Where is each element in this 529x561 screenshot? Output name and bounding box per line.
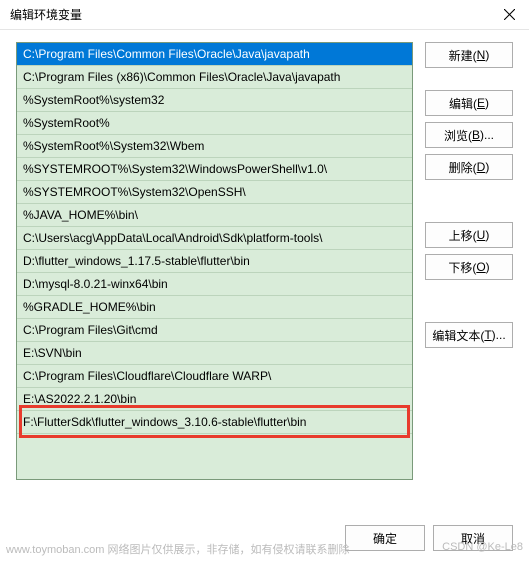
path-entry[interactable]: C:\Users\acg\AppData\Local\Android\Sdk\p… — [17, 227, 412, 250]
path-entry[interactable]: %GRADLE_HOME%\bin — [17, 296, 412, 319]
button-column: 新建(N) 编辑(E) 浏览(B)... 删除(D) 上移(U) 下移(O) 编… — [425, 42, 513, 480]
path-entry[interactable]: C:\Program Files\Cloudflare\Cloudflare W… — [17, 365, 412, 388]
move-down-button[interactable]: 下移(O) — [425, 254, 513, 280]
path-entry[interactable]: E:\AS2022.2.1.20\bin — [17, 388, 412, 411]
dialog-content: C:\Program Files\Common Files\Oracle\Jav… — [0, 30, 529, 488]
watermark-right: CSDN @Ke-Le8 — [442, 541, 523, 553]
delete-button[interactable]: 删除(D) — [425, 154, 513, 180]
window-title: 编辑环境变量 — [10, 6, 82, 23]
watermark-left: www.toymoban.com 网络图片仅供展示，非存储，如有侵权请联系删除 — [6, 544, 349, 556]
spacer — [425, 286, 513, 316]
path-entry[interactable]: %JAVA_HOME%\bin\ — [17, 204, 412, 227]
path-entry[interactable]: %SystemRoot% — [17, 112, 412, 135]
new-button[interactable]: 新建(N) — [425, 42, 513, 68]
browse-button[interactable]: 浏览(B)... — [425, 122, 513, 148]
path-entry[interactable]: D:\mysql-8.0.21-winx64\bin — [17, 273, 412, 296]
titlebar: 编辑环境变量 — [0, 0, 529, 30]
spacer — [425, 186, 513, 216]
path-entry[interactable]: %SystemRoot%\system32 — [17, 89, 412, 112]
path-entry[interactable]: %SystemRoot%\System32\Wbem — [17, 135, 412, 158]
close-icon — [504, 9, 515, 20]
path-entry[interactable]: %SYSTEMROOT%\System32\OpenSSH\ — [17, 181, 412, 204]
path-entry[interactable]: C:\Program Files\Git\cmd — [17, 319, 412, 342]
path-entry[interactable]: %SYSTEMROOT%\System32\WindowsPowerShell\… — [17, 158, 412, 181]
path-list[interactable]: C:\Program Files\Common Files\Oracle\Jav… — [16, 42, 413, 480]
spacer — [425, 74, 513, 84]
path-entry[interactable]: E:\SVN\bin — [17, 342, 412, 365]
path-entry[interactable]: C:\Program Files (x86)\Common Files\Orac… — [17, 66, 412, 89]
edit-button[interactable]: 编辑(E) — [425, 90, 513, 116]
close-button[interactable] — [499, 5, 519, 25]
path-entry[interactable]: C:\Program Files\Common Files\Oracle\Jav… — [17, 43, 412, 66]
edit-text-button[interactable]: 编辑文本(T)... — [425, 322, 513, 348]
move-up-button[interactable]: 上移(U) — [425, 222, 513, 248]
path-entry[interactable]: D:\flutter_windows_1.17.5-stable\flutter… — [17, 250, 412, 273]
watermark: CSDN @Ke-Le8 www.toymoban.com 网络图片仅供展示，非… — [6, 541, 523, 557]
path-entry[interactable]: F:\FlutterSdk\flutter_windows_3.10.6-sta… — [17, 411, 412, 434]
